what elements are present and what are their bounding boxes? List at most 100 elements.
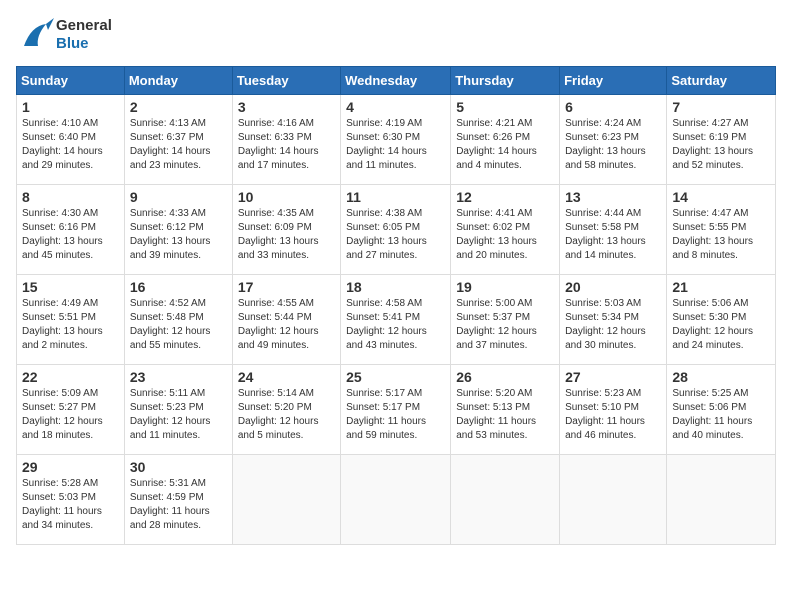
day-cell-11: 11Sunrise: 4:38 AM Sunset: 6:05 PM Dayli…	[341, 185, 451, 275]
day-cell-21: 21 Sunrise: 5:06 AM Sunset: 5:30 PM Dayli…	[667, 275, 776, 365]
day-number: 23	[130, 369, 227, 385]
day-info: Sunrise: 4:19 AM Sunset: 6:30 PM Dayligh…	[346, 117, 445, 173]
logo: General Blue	[16, 16, 112, 54]
day-cell-12: 12Sunrise: 4:41 AM Sunset: 6:02 PM Dayli…	[451, 185, 560, 275]
day-cell-6: 6 Sunrise: 4:24 AM Sunset: 6:23 PM Daylig…	[560, 95, 667, 185]
day-number: 16	[130, 279, 227, 295]
day-cell-8: 8 Sunrise: 4:30 AM Sunset: 6:16 PM Daylig…	[17, 185, 125, 275]
day-info: Sunrise: 4:35 AM Sunset: 6:09 PM Dayligh…	[238, 207, 335, 263]
day-cell-16: 16 Sunrise: 4:52 AM Sunset: 5:48 PM Dayli…	[124, 275, 232, 365]
day-cell-30: 30 Sunrise: 5:31 AM Sunset: 4:59 PM Dayli…	[124, 455, 232, 545]
day-number: 5	[456, 99, 554, 115]
day-number: 27	[565, 369, 661, 385]
day-info: Sunrise: 4:58 AM Sunset: 5:41 PM Dayligh…	[346, 297, 445, 353]
empty-cell	[451, 455, 560, 545]
day-number: 13	[565, 189, 661, 205]
day-info: Sunrise: 4:24 AM Sunset: 6:23 PM Dayligh…	[565, 117, 661, 173]
day-info: Sunrise: 4:13 AM Sunset: 6:37 PM Dayligh…	[130, 117, 227, 173]
header-saturday: Saturday	[667, 67, 776, 95]
day-cell-3: 3 Sunrise: 4:16 AM Sunset: 6:33 PM Daylig…	[232, 95, 340, 185]
day-cell-22: 22 Sunrise: 5:09 AM Sunset: 5:27 PM Dayli…	[17, 365, 125, 455]
logo-general: General	[56, 17, 112, 35]
day-info: Sunrise: 5:09 AM Sunset: 5:27 PM Dayligh…	[22, 387, 119, 443]
day-info: Sunrise: 5:00 AM Sunset: 5:37 PM Dayligh…	[456, 297, 554, 353]
day-cell-24: 24Sunrise: 5:14 AM Sunset: 5:20 PM Dayli…	[232, 365, 340, 455]
day-cell-15: 15 Sunrise: 4:49 AM Sunset: 5:51 PM Dayli…	[17, 275, 125, 365]
day-cell-13: 13 Sunrise: 4:44 AM Sunset: 5:58 PM Dayli…	[560, 185, 667, 275]
header-sunday: Sunday	[17, 67, 125, 95]
logo-blue: Blue	[56, 35, 112, 53]
day-number: 4	[346, 99, 445, 115]
day-number: 21	[672, 279, 770, 295]
day-info: Sunrise: 5:31 AM Sunset: 4:59 PM Dayligh…	[130, 477, 227, 533]
day-info: Sunrise: 4:16 AM Sunset: 6:33 PM Dayligh…	[238, 117, 335, 173]
day-cell-29: 29 Sunrise: 5:28 AM Sunset: 5:03 PM Dayli…	[17, 455, 125, 545]
day-number: 22	[22, 369, 119, 385]
header-wednesday: Wednesday	[341, 67, 451, 95]
day-info: Sunrise: 4:49 AM Sunset: 5:51 PM Dayligh…	[22, 297, 119, 353]
day-number: 19	[456, 279, 554, 295]
day-number: 18	[346, 279, 445, 295]
day-number: 7	[672, 99, 770, 115]
day-number: 8	[22, 189, 119, 205]
day-info: Sunrise: 5:11 AM Sunset: 5:23 PM Dayligh…	[130, 387, 227, 443]
day-number: 26	[456, 369, 554, 385]
day-info: Sunrise: 4:55 AM Sunset: 5:44 PM Dayligh…	[238, 297, 335, 353]
day-cell-17: 17Sunrise: 4:55 AM Sunset: 5:44 PM Dayli…	[232, 275, 340, 365]
day-cell-2: 2 Sunrise: 4:13 AM Sunset: 6:37 PM Daylig…	[124, 95, 232, 185]
empty-cell	[667, 455, 776, 545]
day-cell-4: 4 Sunrise: 4:19 AM Sunset: 6:30 PM Daylig…	[341, 95, 451, 185]
day-info: Sunrise: 4:38 AM Sunset: 6:05 PM Dayligh…	[346, 207, 445, 263]
day-cell-5: 5 Sunrise: 4:21 AM Sunset: 6:26 PM Daylig…	[451, 95, 560, 185]
day-info: Sunrise: 4:21 AM Sunset: 6:26 PM Dayligh…	[456, 117, 554, 173]
day-cell-18: 18 Sunrise: 4:58 AM Sunset: 5:41 PM Dayli…	[341, 275, 451, 365]
day-cell-20: 20 Sunrise: 5:03 AM Sunset: 5:34 PM Dayli…	[560, 275, 667, 365]
empty-cell	[341, 455, 451, 545]
day-info: Sunrise: 4:52 AM Sunset: 5:48 PM Dayligh…	[130, 297, 227, 353]
day-info: Sunrise: 4:30 AM Sunset: 6:16 PM Dayligh…	[22, 207, 119, 263]
header-tuesday: Tuesday	[232, 67, 340, 95]
day-number: 29	[22, 459, 119, 475]
day-cell-27: 27Sunrise: 5:23 AM Sunset: 5:10 PM Dayli…	[560, 365, 667, 455]
calendar-header-row: SundayMondayTuesdayWednesdayThursdayFrid…	[17, 67, 776, 95]
day-cell-10: 10Sunrise: 4:35 AM Sunset: 6:09 PM Dayli…	[232, 185, 340, 275]
day-info: Sunrise: 5:06 AM Sunset: 5:30 PM Dayligh…	[672, 297, 770, 353]
logo-container: General Blue	[16, 16, 112, 54]
day-info: Sunrise: 5:28 AM Sunset: 5:03 PM Dayligh…	[22, 477, 119, 533]
logo-bird-icon	[16, 16, 54, 54]
day-cell-19: 19 Sunrise: 5:00 AM Sunset: 5:37 PM Dayli…	[451, 275, 560, 365]
day-number: 28	[672, 369, 770, 385]
empty-cell	[232, 455, 340, 545]
week-row-4: 22 Sunrise: 5:09 AM Sunset: 5:27 PM Dayli…	[17, 365, 776, 455]
day-number: 20	[565, 279, 661, 295]
day-info: Sunrise: 5:14 AM Sunset: 5:20 PM Dayligh…	[238, 387, 335, 443]
day-info: Sunrise: 4:27 AM Sunset: 6:19 PM Dayligh…	[672, 117, 770, 173]
day-info: Sunrise: 4:10 AM Sunset: 6:40 PM Dayligh…	[22, 117, 119, 173]
day-cell-26: 26 Sunrise: 5:20 AM Sunset: 5:13 PM Dayli…	[451, 365, 560, 455]
day-cell-9: 9Sunrise: 4:33 AM Sunset: 6:12 PM Daylig…	[124, 185, 232, 275]
day-number: 25	[346, 369, 445, 385]
day-info: Sunrise: 5:20 AM Sunset: 5:13 PM Dayligh…	[456, 387, 554, 443]
day-cell-28: 28 Sunrise: 5:25 AM Sunset: 5:06 PM Dayli…	[667, 365, 776, 455]
day-number: 6	[565, 99, 661, 115]
day-info: Sunrise: 4:33 AM Sunset: 6:12 PM Dayligh…	[130, 207, 227, 263]
empty-cell	[560, 455, 667, 545]
week-row-3: 15 Sunrise: 4:49 AM Sunset: 5:51 PM Dayli…	[17, 275, 776, 365]
day-cell-14: 14 Sunrise: 4:47 AM Sunset: 5:55 PM Dayli…	[667, 185, 776, 275]
day-number: 14	[672, 189, 770, 205]
week-row-1: 1 Sunrise: 4:10 AM Sunset: 6:40 PM Daylig…	[17, 95, 776, 185]
day-info: Sunrise: 4:44 AM Sunset: 5:58 PM Dayligh…	[565, 207, 661, 263]
day-cell-1: 1 Sunrise: 4:10 AM Sunset: 6:40 PM Daylig…	[17, 95, 125, 185]
header-monday: Monday	[124, 67, 232, 95]
day-number: 3	[238, 99, 335, 115]
day-info: Sunrise: 5:03 AM Sunset: 5:34 PM Dayligh…	[565, 297, 661, 353]
week-row-5: 29 Sunrise: 5:28 AM Sunset: 5:03 PM Dayli…	[17, 455, 776, 545]
week-row-2: 8 Sunrise: 4:30 AM Sunset: 6:16 PM Daylig…	[17, 185, 776, 275]
day-number: 1	[22, 99, 119, 115]
day-number: 30	[130, 459, 227, 475]
day-number: 2	[130, 99, 227, 115]
day-info: Sunrise: 5:25 AM Sunset: 5:06 PM Dayligh…	[672, 387, 770, 443]
day-info: Sunrise: 4:47 AM Sunset: 5:55 PM Dayligh…	[672, 207, 770, 263]
calendar-table: SundayMondayTuesdayWednesdayThursdayFrid…	[16, 66, 776, 545]
day-number: 15	[22, 279, 119, 295]
